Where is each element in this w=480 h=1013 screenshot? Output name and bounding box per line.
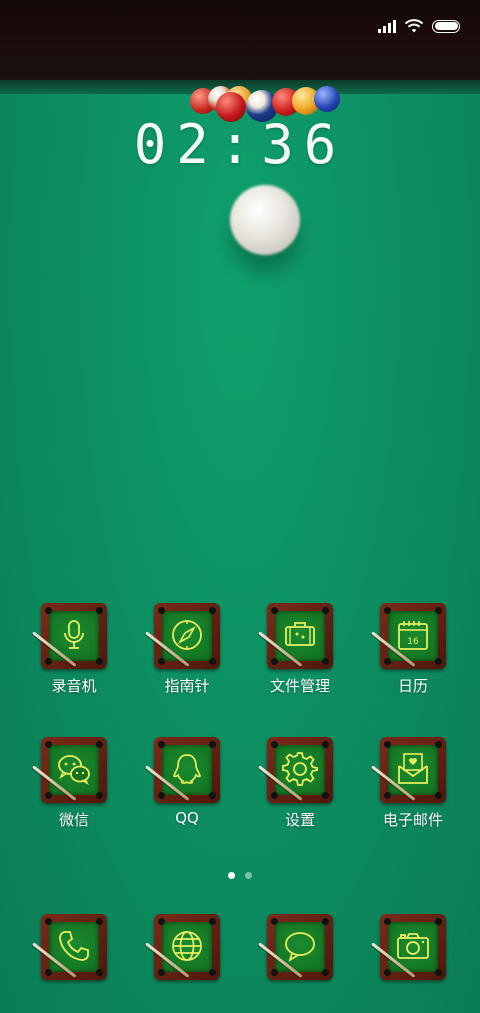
app-label: 日历 [397, 677, 428, 695]
app-label: 电子邮件 [382, 811, 443, 829]
app-tile [371, 914, 446, 980]
app-calendar[interactable]: 16 日历 [358, 603, 468, 696]
app-tile [145, 603, 220, 669]
app-tile [258, 737, 333, 803]
app-recorder[interactable]: 录音机 [19, 603, 129, 696]
app-tile [32, 603, 107, 669]
app-file-manager[interactable]: 文件管理 [245, 603, 355, 696]
app-tile [258, 603, 333, 669]
app-tile: 16 [371, 603, 446, 669]
app-tile [371, 737, 446, 803]
status-bar [378, 14, 460, 38]
battery-fill [434, 22, 458, 30]
page-indicator[interactable] [0, 872, 480, 879]
app-settings[interactable]: 设置 [245, 737, 355, 830]
message-bubble-icon [285, 932, 315, 962]
dock-camera[interactable] [358, 914, 468, 980]
app-label: 录音机 [51, 677, 97, 695]
globe-icon [172, 931, 202, 961]
camera-icon [397, 933, 429, 959]
app-compass[interactable]: 指南针 [132, 603, 242, 696]
app-label: 指南针 [164, 677, 210, 695]
calendar-icon: 16 [398, 621, 428, 650]
app-tile [32, 737, 107, 803]
app-label: QQ [175, 809, 199, 827]
calendar-date: 16 [407, 637, 419, 647]
lockscreen-time: 02:36 [133, 113, 347, 176]
phone-icon [59, 931, 89, 961]
wechat-icon [58, 755, 90, 786]
mail-icon [398, 753, 428, 784]
cellular-signal-icon [378, 19, 396, 33]
dock-browser[interactable] [132, 914, 242, 980]
app-tile [145, 914, 220, 980]
dock-messages[interactable] [245, 914, 355, 980]
app-label: 设置 [284, 811, 315, 829]
page-dot-1[interactable] [228, 872, 235, 879]
app-wechat[interactable]: 微信 [19, 737, 129, 830]
page-dot-2[interactable] [245, 872, 252, 879]
app-tile [32, 914, 107, 980]
wallpaper-cue-ball [230, 185, 300, 255]
app-label: 文件管理 [269, 677, 330, 695]
battery-icon [432, 19, 460, 33]
app-label: 微信 [58, 811, 89, 829]
compass-icon [172, 620, 202, 650]
microphone-icon [64, 620, 84, 649]
qq-penguin-icon [173, 754, 201, 784]
dock-phone[interactable] [19, 914, 129, 980]
app-tile [258, 914, 333, 980]
app-tile [145, 737, 220, 803]
app-email[interactable]: 电子邮件 [358, 737, 468, 830]
app-qq[interactable]: QQ [132, 737, 242, 827]
briefcase-icon [285, 622, 315, 646]
wifi-icon [404, 19, 424, 33]
gear-icon [282, 752, 318, 786]
